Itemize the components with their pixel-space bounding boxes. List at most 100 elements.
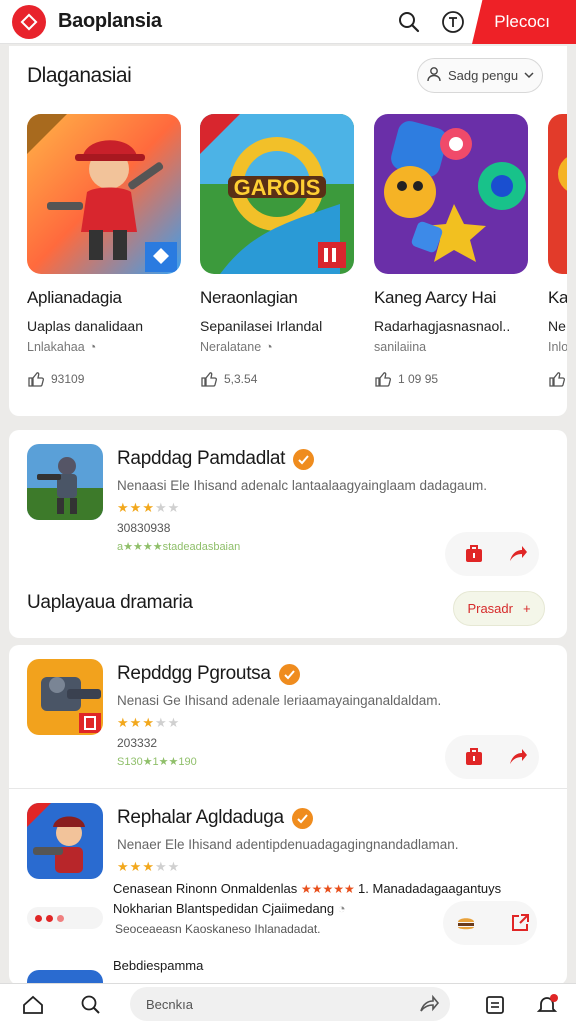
app-list-section: Repddgg Pgroutsa Nenasi Ge Ihisand adena… (9, 645, 567, 985)
plus-icon: + (522, 601, 531, 616)
app-icon (27, 803, 103, 879)
likes-count: 93109 (51, 372, 85, 386)
app-description: Nenaer Ele Ihisand adentipdenuadagagingn… (117, 837, 459, 852)
thumbs-up-icon (201, 372, 217, 387)
app-title-text: Rapddag Pamdadlat (117, 448, 286, 469)
app-thumbnail (27, 114, 181, 274)
featured-section: Dlaganasiai Sadg pengu Aplianadagia Uapl… (9, 46, 567, 416)
developer-name: Lnlakahaa (27, 340, 85, 354)
app-subtitle: Sepanilasei Irlandal (200, 318, 323, 334)
rating-stars: ★★★★★ (117, 500, 180, 515)
sort-dropdown[interactable]: Sadg pengu (417, 58, 543, 93)
section-action-label: Prasadr (467, 601, 513, 616)
external-link-icon[interactable] (497, 903, 543, 943)
app-developer: Inlo (548, 340, 567, 354)
app-list-section: Rapddag Pamdadlat Nenaasi Ele Ihisand ad… (9, 430, 567, 638)
featured-app-card[interactable]: Aplianadagia Uaplas danalidaan Lnlakahaa… (27, 114, 187, 388)
rating-stars: ★★★★★ (117, 859, 180, 874)
app-title-text: Rephalar Agldaduga (117, 807, 284, 828)
likes-row[interactable] (548, 370, 567, 388)
document-icon[interactable] (480, 990, 510, 1020)
details-text: Nokharian Blantspedidan Cjaiimedang (113, 901, 335, 916)
featured-carousel[interactable]: Aplianadagia Uaplas danalidaan Lnlakahaa… (27, 114, 567, 404)
rating-stars: ★★★★★ (300, 882, 359, 896)
app-tags: a★★★★stadeadasbaian (117, 541, 241, 553)
app-name: Ka (548, 288, 567, 307)
app-subtitle: Radarhagjasnasnaol.. (374, 318, 511, 334)
app-developer: sanilaiina (374, 340, 534, 354)
sort-label: Sadg pengu (447, 68, 519, 83)
verified-badge-icon (291, 807, 313, 829)
save-icon[interactable] (451, 737, 497, 777)
thumbs-up-icon (549, 372, 565, 387)
share-icon[interactable] (495, 737, 541, 777)
likes-count: 5,3.54 (224, 372, 258, 386)
search-placeholder: Becnkıa (146, 996, 193, 1012)
list-item[interactable]: Repddgg Pgroutsa Nenasi Ge Ihisand adena… (27, 659, 547, 789)
app-title: Repddgg Pgroutsa (117, 663, 300, 685)
likes-row[interactable]: 1 09 95 (374, 370, 534, 388)
details-text: Cenasean Rinonn Onmaldenlas (113, 881, 298, 896)
app-icon (27, 659, 103, 735)
featured-app-card[interactable]: Ka Ne Inlo (548, 114, 567, 388)
list-item[interactable]: Rapddag Pamdadlat Nenaasi Ele Ihisand ad… (27, 444, 547, 576)
app-description: Nenaasi Ele Ihisand adenalc lantaalaagya… (117, 478, 488, 493)
app-logo[interactable] (12, 4, 46, 39)
thumbs-up-icon (28, 372, 44, 387)
food-icon[interactable] (443, 903, 489, 943)
featured-app-card[interactable]: GAROIS Neraonlagian Sepanilasei Irlandal… (200, 114, 360, 388)
top-cta-button[interactable]: Plecocı (472, 0, 576, 44)
clock-icon: ◔ (265, 340, 273, 354)
verified-badge-icon (293, 448, 315, 470)
top-app-bar: Baoplansia Plecocı (0, 0, 576, 44)
section-action-button[interactable]: Prasadr + (453, 591, 545, 626)
app-developer: Lnlakahaa ◔ (27, 340, 187, 354)
divider (9, 788, 567, 789)
likes-row[interactable]: 93109 (27, 370, 187, 388)
notification-bell-icon[interactable] (532, 990, 562, 1020)
app-description: Nenasi Ge Ihisand adenale leriaamayainga… (117, 693, 442, 708)
developer-name: Neralatane (200, 340, 262, 354)
home-icon[interactable] (18, 990, 48, 1020)
search-icon[interactable] (76, 990, 106, 1020)
app-subtitle: Ne (548, 318, 566, 334)
bottom-search-input[interactable]: Becnkıa (130, 987, 450, 1021)
search-icon[interactable] (394, 7, 424, 37)
featured-app-card[interactable]: Kaneg Aarcy Hai Radarhagjasnasnaol.. san… (374, 114, 534, 388)
developer-name: Inlo (548, 340, 567, 354)
section-title: Dlaganasiai (27, 64, 132, 87)
progress-dots (27, 907, 103, 929)
app-title: Rephalar Agldaduga (117, 807, 313, 829)
app-title: Rapddag Pamdadlat (117, 448, 315, 470)
app-title: Baoplansia (58, 10, 162, 32)
save-icon[interactable] (451, 534, 497, 574)
rating-stars: ★★★★★ (117, 715, 180, 730)
thumbnail-title: GAROIS (234, 175, 321, 200)
clock-icon: ◔ (88, 340, 97, 354)
download-count: 203332 (117, 736, 158, 750)
user-icon (426, 66, 442, 85)
app-name: Neraonlagian (200, 288, 298, 307)
details-text: 1. Manadadagaagantuys (358, 881, 502, 896)
section-title: Uaplayaua dramaria (27, 592, 193, 613)
bottom-nav: Becnkıa (0, 983, 576, 1024)
app-thumbnail (548, 114, 567, 274)
likes-count: 1 09 95 (398, 372, 439, 386)
app-title: Bebdiespamma (113, 958, 204, 973)
app-details-line: Nokharian Blantspedidan Cjaiimedang ◔ (113, 901, 346, 916)
developer-name: sanilaiina (374, 340, 427, 354)
app-name: Aplianadagia (27, 288, 122, 307)
clock-icon: ◔ (337, 901, 346, 916)
chevron-down-icon (524, 68, 534, 83)
share-icon[interactable] (495, 534, 541, 574)
app-name: Kaneg Aarcy Hai (374, 288, 497, 307)
likes-row[interactable]: 5,3.54 (200, 370, 360, 388)
app-tags: S130★1★★190 (117, 756, 197, 768)
info-icon[interactable] (438, 7, 468, 37)
verified-badge-icon (278, 663, 300, 685)
download-count: 30830938 (117, 521, 171, 535)
share-icon[interactable] (414, 990, 444, 1020)
app-details-line: Seoceaeasn Kaoskaneso Ihlanadadat. (115, 922, 321, 936)
thumbs-up-icon (375, 372, 391, 387)
app-developer: Neralatane ◔ (200, 340, 360, 354)
